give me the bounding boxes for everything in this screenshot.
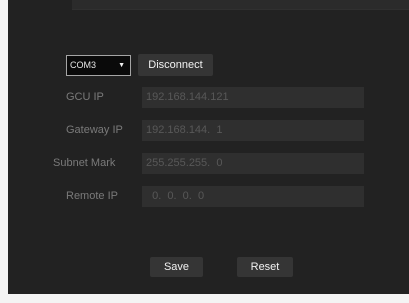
config-window: { "serial": { "port_selected": "COM3", "…	[0, 0, 409, 303]
save-button[interactable]: Save	[150, 257, 203, 277]
gateway-ip-label: Gateway IP	[66, 124, 123, 136]
gateway-ip-field[interactable]: 192.168.144. 1	[142, 120, 364, 141]
disconnect-button[interactable]: Disconnect	[138, 54, 213, 76]
top-strip	[72, 0, 409, 10]
remote-ip-field[interactable]: 0. 0. 0. 0	[142, 186, 364, 207]
chevron-down-icon: ▼	[118, 62, 125, 69]
gcu-ip-field[interactable]: 192.168.144.121	[142, 87, 364, 108]
remote-ip-label: Remote IP	[66, 190, 118, 202]
subnet-mark-label: Subnet Mark	[53, 157, 116, 169]
gcu-ip-label: GCU IP	[66, 91, 104, 103]
com-port-value: COM3	[70, 60, 97, 70]
subnet-mark-field[interactable]: 255.255.255. 0	[142, 153, 364, 174]
settings-panel: COM3 ▼ Disconnect GCU IP 192.168.144.121…	[8, 0, 409, 294]
com-port-select[interactable]: COM3 ▼	[66, 55, 131, 76]
reset-button[interactable]: Reset	[237, 257, 293, 277]
